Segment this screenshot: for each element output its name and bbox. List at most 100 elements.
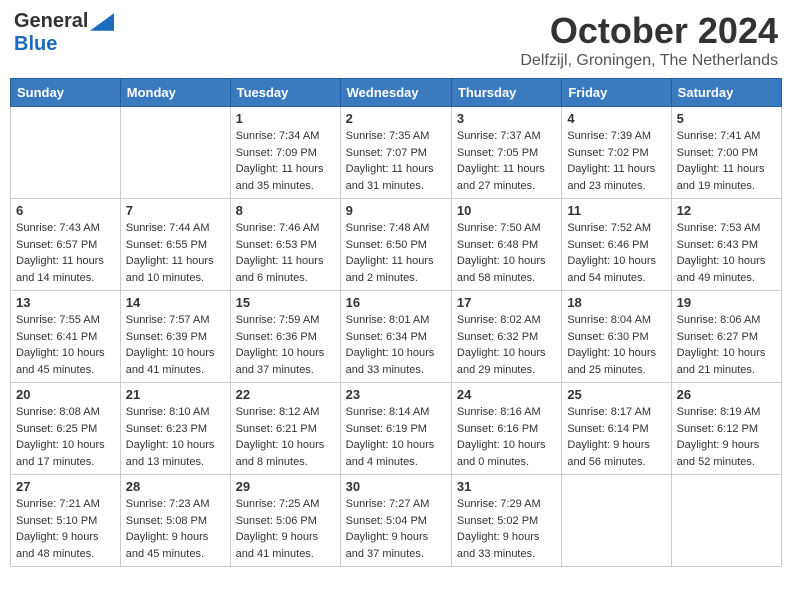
calendar-header-row: SundayMondayTuesdayWednesdayThursdayFrid…	[11, 79, 782, 107]
calendar-cell: 9 Sunrise: 7:48 AMSunset: 6:50 PMDaylight…	[340, 199, 451, 291]
day-info: Sunrise: 7:43 AMSunset: 6:57 PMDaylight:…	[16, 220, 115, 286]
day-info: Sunrise: 7:27 AMSunset: 5:04 PMDaylight:…	[346, 496, 446, 562]
day-info: Sunrise: 7:29 AMSunset: 5:02 PMDaylight:…	[457, 496, 556, 562]
day-header-tuesday: Tuesday	[230, 79, 340, 107]
day-info: Sunrise: 7:48 AMSunset: 6:50 PMDaylight:…	[346, 220, 446, 286]
day-header-sunday: Sunday	[11, 79, 121, 107]
day-number: 21	[126, 387, 225, 402]
calendar-cell: 12Sunrise: 7:53 AMSunset: 6:43 PMDayligh…	[671, 199, 781, 291]
title-section: October 2024 Delfzijl, Groningen, The Ne…	[520, 10, 778, 70]
calendar-table: SundayMondayTuesdayWednesdayThursdayFrid…	[10, 78, 782, 567]
day-header-monday: Monday	[120, 79, 230, 107]
day-info: Sunrise: 7:37 AMSunset: 7:05 PMDaylight:…	[457, 128, 556, 194]
day-info: Sunrise: 8:16 AMSunset: 6:16 PMDaylight:…	[457, 404, 556, 470]
day-info: Sunrise: 7:39 AMSunset: 7:02 PMDaylight:…	[567, 128, 665, 194]
calendar-cell: 11Sunrise: 7:52 AMSunset: 6:46 PMDayligh…	[562, 199, 671, 291]
day-info: Sunrise: 7:21 AMSunset: 5:10 PMDaylight:…	[16, 496, 115, 562]
calendar-cell: 1 Sunrise: 7:34 AMSunset: 7:09 PMDaylight…	[230, 107, 340, 199]
day-info: Sunrise: 7:50 AMSunset: 6:48 PMDaylight:…	[457, 220, 556, 286]
day-info: Sunrise: 7:57 AMSunset: 6:39 PMDaylight:…	[126, 312, 225, 378]
calendar-cell: 14 Sunrise: 7:57 AMSunset: 6:39 PMDayligh…	[120, 291, 230, 383]
calendar-cell: 5 Sunrise: 7:41 AMSunset: 7:00 PMDaylight…	[671, 107, 781, 199]
day-number: 3	[457, 111, 556, 126]
calendar-cell: 18 Sunrise: 8:04 AMSunset: 6:30 PMDayligh…	[562, 291, 671, 383]
logo: General Blue	[14, 10, 114, 56]
day-info: Sunrise: 7:44 AMSunset: 6:55 PMDaylight:…	[126, 220, 225, 286]
calendar-week-5: 27 Sunrise: 7:21 AMSunset: 5:10 PMDayligh…	[11, 475, 782, 567]
day-number: 31	[457, 479, 556, 494]
day-number: 19	[677, 295, 776, 310]
calendar-cell: 6 Sunrise: 7:43 AMSunset: 6:57 PMDaylight…	[11, 199, 121, 291]
calendar-cell: 29 Sunrise: 7:25 AMSunset: 5:06 PMDayligh…	[230, 475, 340, 567]
calendar-cell: 21Sunrise: 8:10 AMSunset: 6:23 PMDayligh…	[120, 383, 230, 475]
day-number: 27	[16, 479, 115, 494]
calendar-cell: 27 Sunrise: 7:21 AMSunset: 5:10 PMDayligh…	[11, 475, 121, 567]
day-info: Sunrise: 7:52 AMSunset: 6:46 PMDaylight:…	[567, 220, 665, 286]
day-number: 22	[236, 387, 335, 402]
calendar-cell: 16 Sunrise: 8:01 AMSunset: 6:34 PMDayligh…	[340, 291, 451, 383]
calendar-cell: 15Sunrise: 7:59 AMSunset: 6:36 PMDayligh…	[230, 291, 340, 383]
logo-blue: Blue	[14, 33, 57, 55]
day-info: Sunrise: 8:01 AMSunset: 6:34 PMDaylight:…	[346, 312, 446, 378]
day-number: 1	[236, 111, 335, 126]
day-number: 28	[126, 479, 225, 494]
day-info: Sunrise: 8:02 AMSunset: 6:32 PMDaylight:…	[457, 312, 556, 378]
calendar-week-4: 20 Sunrise: 8:08 AMSunset: 6:25 PMDayligh…	[11, 383, 782, 475]
calendar-cell: 17Sunrise: 8:02 AMSunset: 6:32 PMDayligh…	[451, 291, 561, 383]
location: Delfzijl, Groningen, The Netherlands	[520, 52, 778, 70]
day-info: Sunrise: 7:35 AMSunset: 7:07 PMDaylight:…	[346, 128, 446, 194]
day-number: 16	[346, 295, 446, 310]
day-number: 6	[16, 203, 115, 218]
day-number: 10	[457, 203, 556, 218]
day-number: 26	[677, 387, 776, 402]
day-number: 7	[126, 203, 225, 218]
calendar-cell: 7 Sunrise: 7:44 AMSunset: 6:55 PMDaylight…	[120, 199, 230, 291]
logo-general: General	[14, 10, 88, 33]
calendar-cell: 30Sunrise: 7:27 AMSunset: 5:04 PMDayligh…	[340, 475, 451, 567]
calendar-cell: 26 Sunrise: 8:19 AMSunset: 6:12 PMDayligh…	[671, 383, 781, 475]
calendar-cell: 2Sunrise: 7:35 AMSunset: 7:07 PMDaylight…	[340, 107, 451, 199]
day-info: Sunrise: 7:23 AMSunset: 5:08 PMDaylight:…	[126, 496, 225, 562]
day-header-friday: Friday	[562, 79, 671, 107]
calendar-cell: 13Sunrise: 7:55 AMSunset: 6:41 PMDayligh…	[11, 291, 121, 383]
calendar-cell: 3 Sunrise: 7:37 AMSunset: 7:05 PMDaylight…	[451, 107, 561, 199]
day-header-wednesday: Wednesday	[340, 79, 451, 107]
day-number: 18	[567, 295, 665, 310]
calendar-cell: 10 Sunrise: 7:50 AMSunset: 6:48 PMDayligh…	[451, 199, 561, 291]
calendar-cell: 25Sunrise: 8:17 AMSunset: 6:14 PMDayligh…	[562, 383, 671, 475]
calendar-cell	[671, 475, 781, 567]
day-number: 13	[16, 295, 115, 310]
day-number: 29	[236, 479, 335, 494]
calendar-cell: 20 Sunrise: 8:08 AMSunset: 6:25 PMDayligh…	[11, 383, 121, 475]
calendar-week-2: 6 Sunrise: 7:43 AMSunset: 6:57 PMDaylight…	[11, 199, 782, 291]
calendar-cell: 23Sunrise: 8:14 AMSunset: 6:19 PMDayligh…	[340, 383, 451, 475]
day-number: 14	[126, 295, 225, 310]
day-number: 15	[236, 295, 335, 310]
calendar-cell: 22Sunrise: 8:12 AMSunset: 6:21 PMDayligh…	[230, 383, 340, 475]
day-header-saturday: Saturday	[671, 79, 781, 107]
calendar-cell	[562, 475, 671, 567]
day-number: 4	[567, 111, 665, 126]
logo-icon	[90, 13, 114, 31]
calendar-cell: 24Sunrise: 8:16 AMSunset: 6:16 PMDayligh…	[451, 383, 561, 475]
day-info: Sunrise: 8:04 AMSunset: 6:30 PMDaylight:…	[567, 312, 665, 378]
day-info: Sunrise: 8:19 AMSunset: 6:12 PMDaylight:…	[677, 404, 776, 470]
calendar-cell: 8 Sunrise: 7:46 AMSunset: 6:53 PMDaylight…	[230, 199, 340, 291]
day-number: 5	[677, 111, 776, 126]
day-info: Sunrise: 7:25 AMSunset: 5:06 PMDaylight:…	[236, 496, 335, 562]
day-number: 12	[677, 203, 776, 218]
day-info: Sunrise: 7:34 AMSunset: 7:09 PMDaylight:…	[236, 128, 335, 194]
day-header-thursday: Thursday	[451, 79, 561, 107]
calendar-cell	[11, 107, 121, 199]
calendar-cell: 19Sunrise: 8:06 AMSunset: 6:27 PMDayligh…	[671, 291, 781, 383]
month-title: October 2024	[520, 10, 778, 52]
day-number: 20	[16, 387, 115, 402]
day-info: Sunrise: 7:41 AMSunset: 7:00 PMDaylight:…	[677, 128, 776, 194]
day-number: 9	[346, 203, 446, 218]
day-number: 8	[236, 203, 335, 218]
day-info: Sunrise: 8:08 AMSunset: 6:25 PMDaylight:…	[16, 404, 115, 470]
day-info: Sunrise: 8:14 AMSunset: 6:19 PMDaylight:…	[346, 404, 446, 470]
day-info: Sunrise: 7:46 AMSunset: 6:53 PMDaylight:…	[236, 220, 335, 286]
calendar-week-3: 13Sunrise: 7:55 AMSunset: 6:41 PMDayligh…	[11, 291, 782, 383]
page-header: General Blue October 2024 Delfzijl, Gron…	[10, 10, 782, 70]
